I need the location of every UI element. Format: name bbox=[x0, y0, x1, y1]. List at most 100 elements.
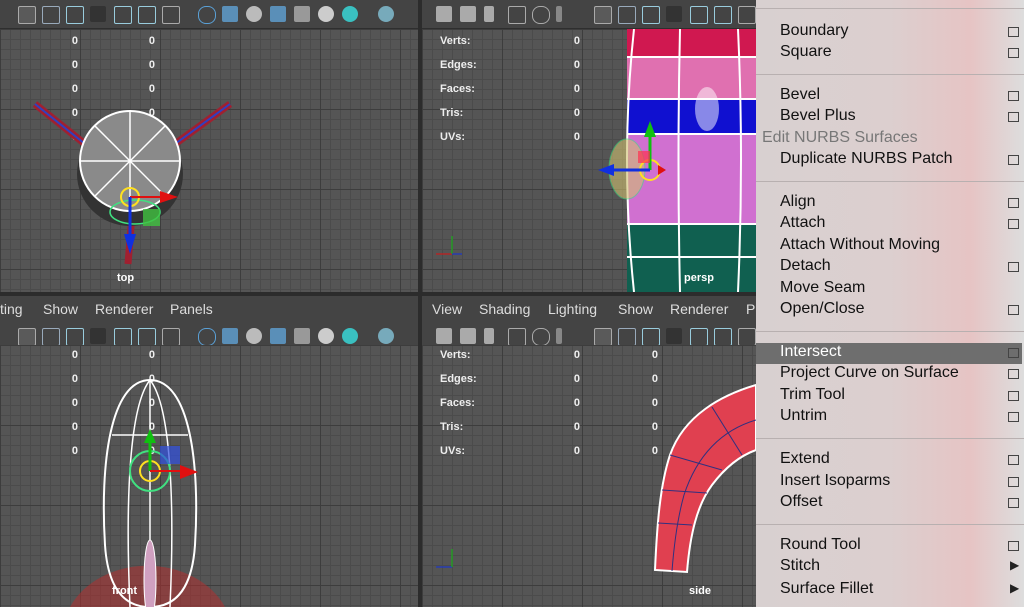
safe-title-icon[interactable] bbox=[162, 328, 180, 346]
menu-item-attach-without-moving[interactable]: Attach Without Moving bbox=[780, 236, 940, 257]
camera-icon[interactable] bbox=[436, 328, 452, 344]
menu-item-square[interactable]: Square bbox=[780, 43, 1019, 64]
safe-action-icon[interactable] bbox=[138, 6, 156, 24]
safe-action-icon[interactable] bbox=[138, 328, 156, 346]
resolution-gate-icon[interactable] bbox=[642, 6, 660, 24]
camera-lock-icon[interactable] bbox=[460, 328, 476, 344]
pen-icon[interactable] bbox=[556, 6, 562, 22]
option-box-icon[interactable] bbox=[1008, 348, 1019, 358]
shadows-icon[interactable] bbox=[342, 328, 358, 344]
wireframe-on-shaded-icon[interactable] bbox=[270, 6, 286, 22]
safe-title-icon[interactable] bbox=[162, 6, 180, 24]
xray-icon[interactable] bbox=[294, 6, 310, 22]
option-box-icon[interactable] bbox=[1008, 498, 1019, 508]
front-view-model[interactable] bbox=[0, 345, 418, 607]
menu-item-detach[interactable]: Detach bbox=[780, 257, 1019, 278]
option-box-icon[interactable] bbox=[1008, 541, 1019, 551]
menu-item-intersect[interactable]: Intersect bbox=[756, 343, 1022, 364]
option-box-icon[interactable] bbox=[1008, 369, 1019, 379]
bookmark-icon[interactable] bbox=[484, 6, 494, 22]
viewport-top[interactable]: 0 0 0 0 0 0 0 0 0 0 bbox=[0, 29, 418, 292]
option-box-icon[interactable] bbox=[1008, 455, 1019, 465]
field-chart-icon[interactable] bbox=[114, 6, 132, 24]
lights-icon[interactable] bbox=[318, 6, 334, 22]
option-box-icon[interactable] bbox=[1008, 305, 1019, 315]
pen-icon[interactable] bbox=[556, 328, 562, 344]
safe-title-icon[interactable] bbox=[738, 328, 756, 346]
image-plane-icon[interactable] bbox=[508, 328, 526, 346]
wireframe-on-shaded-icon[interactable] bbox=[270, 328, 286, 344]
option-box-icon[interactable] bbox=[1008, 198, 1019, 208]
option-box-icon[interactable] bbox=[1008, 391, 1019, 401]
textured-icon[interactable] bbox=[246, 328, 262, 344]
option-box-icon[interactable] bbox=[1008, 262, 1019, 272]
shadows-icon[interactable] bbox=[342, 6, 358, 22]
camera-icon[interactable] bbox=[436, 6, 452, 22]
menu-item-surface-fillet[interactable]: Surface Fillet ▶ bbox=[780, 580, 1019, 601]
menu-item-round-tool[interactable]: Round Tool bbox=[780, 536, 1019, 557]
option-box-icon[interactable] bbox=[1008, 477, 1019, 487]
menu-item-bevel-plus[interactable]: Bevel Plus bbox=[780, 107, 1019, 128]
option-box-icon[interactable] bbox=[1008, 412, 1019, 422]
textured-icon[interactable] bbox=[246, 6, 262, 22]
persp-view-model[interactable] bbox=[422, 29, 756, 292]
top-view-model[interactable] bbox=[0, 29, 418, 292]
menu-item-insert-isoparms[interactable]: Insert Isoparms bbox=[780, 472, 1019, 493]
grid-icon[interactable] bbox=[594, 328, 612, 346]
option-box-icon[interactable] bbox=[1008, 219, 1019, 229]
xray-icon[interactable] bbox=[294, 328, 310, 344]
resolution-gate-icon[interactable] bbox=[66, 6, 84, 24]
menu-item-project-curve-on-surface[interactable]: Project Curve on Surface bbox=[780, 364, 1019, 385]
lights-icon[interactable] bbox=[318, 328, 334, 344]
menu-view[interactable]: View bbox=[432, 301, 462, 317]
menu-item-attach[interactable]: Attach bbox=[780, 214, 1019, 235]
grid-icon[interactable] bbox=[18, 328, 36, 346]
viewport-persp[interactable]: Verts: 0 0 Edges: 0 0 Faces: 0 0 Tris: 0… bbox=[422, 29, 756, 292]
smooth-shade-icon[interactable] bbox=[222, 328, 238, 344]
menu-renderer[interactable]: Renderer bbox=[670, 301, 728, 317]
field-chart-icon[interactable] bbox=[690, 328, 708, 346]
gate-mask-icon[interactable] bbox=[666, 328, 682, 344]
menu-shading[interactable]: Shading bbox=[479, 301, 530, 317]
grid-icon[interactable] bbox=[18, 6, 36, 24]
image-plane-icon[interactable] bbox=[508, 6, 526, 24]
camera-lock-icon[interactable] bbox=[460, 6, 476, 22]
option-box-icon[interactable] bbox=[1008, 91, 1019, 101]
film-gate-icon[interactable] bbox=[618, 328, 636, 346]
menu-item-move-seam[interactable]: Move Seam bbox=[780, 279, 865, 300]
film-gate-icon[interactable] bbox=[618, 6, 636, 24]
gate-mask-icon[interactable] bbox=[90, 6, 106, 22]
menu-panels[interactable]: Panels bbox=[170, 301, 213, 317]
menu-item-untrim[interactable]: Untrim bbox=[780, 407, 1019, 428]
wireframe-icon[interactable] bbox=[198, 328, 216, 346]
menu-lighting[interactable]: Lighting bbox=[548, 301, 597, 317]
menu-item-extend[interactable]: Extend bbox=[780, 450, 1019, 471]
option-box-icon[interactable] bbox=[1008, 112, 1019, 122]
film-gate-icon[interactable] bbox=[42, 6, 60, 24]
safe-action-icon[interactable] bbox=[714, 328, 732, 346]
smooth-shade-icon[interactable] bbox=[222, 6, 238, 22]
menu-item-trim-tool[interactable]: Trim Tool bbox=[780, 386, 1019, 407]
grid-icon[interactable] bbox=[594, 6, 612, 24]
safe-title-icon[interactable] bbox=[738, 6, 756, 24]
viewport-front[interactable]: 0 0 0 0 0 0 0 0 0 0 front bbox=[0, 345, 418, 607]
isolate-select-icon[interactable] bbox=[378, 328, 394, 344]
film-gate-icon[interactable] bbox=[42, 328, 60, 346]
option-box-icon[interactable] bbox=[1008, 48, 1019, 58]
menu-item-boundary[interactable]: Boundary bbox=[780, 22, 1019, 43]
move-camera-icon[interactable] bbox=[532, 328, 550, 346]
gate-mask-icon[interactable] bbox=[666, 6, 682, 22]
resolution-gate-icon[interactable] bbox=[66, 328, 84, 346]
menu-item-align[interactable]: Align bbox=[780, 193, 1019, 214]
resolution-gate-icon[interactable] bbox=[642, 328, 660, 346]
safe-action-icon[interactable] bbox=[714, 6, 732, 24]
field-chart-icon[interactable] bbox=[114, 328, 132, 346]
menu-item-offset[interactable]: Offset bbox=[780, 493, 1019, 514]
field-chart-icon[interactable] bbox=[690, 6, 708, 24]
menu-item-bevel[interactable]: Bevel bbox=[780, 86, 1019, 107]
wireframe-icon[interactable] bbox=[198, 6, 216, 24]
gate-mask-icon[interactable] bbox=[90, 328, 106, 344]
menu-show[interactable]: Show bbox=[43, 301, 78, 317]
option-box-icon[interactable] bbox=[1008, 27, 1019, 37]
viewport-side[interactable]: Verts: 0 0 Edges: 0 0 Faces: 0 0 Tris: 0… bbox=[422, 345, 756, 607]
